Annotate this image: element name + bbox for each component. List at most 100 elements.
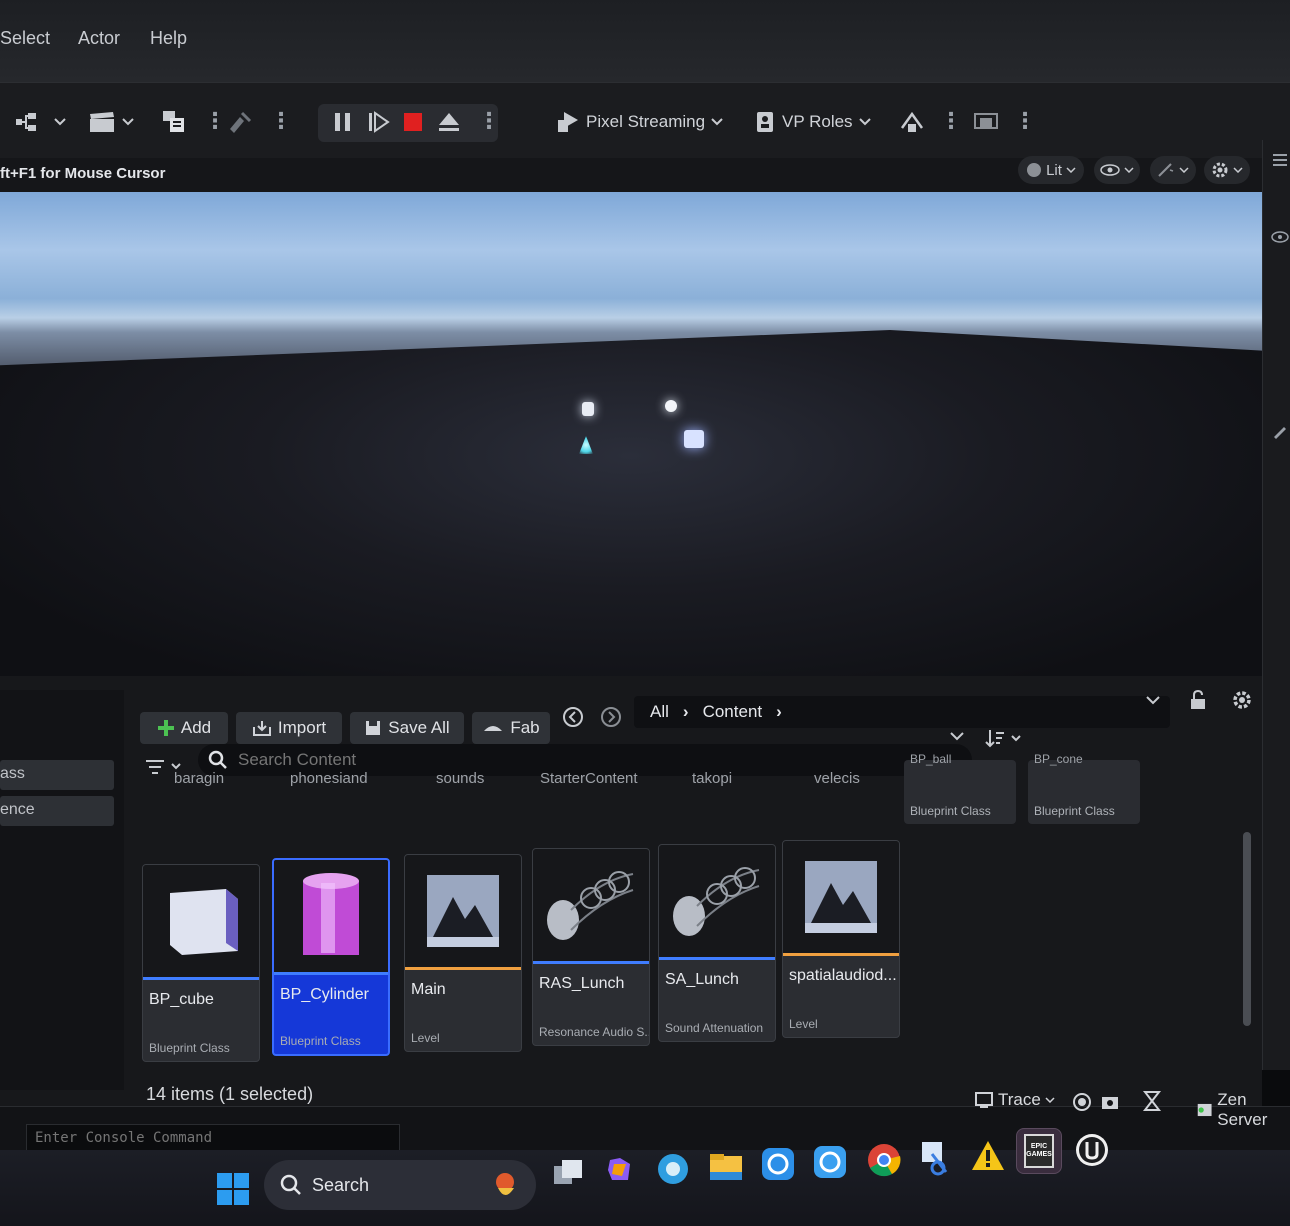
- chevron-down-icon: [1179, 167, 1189, 173]
- asset-type: Level: [789, 1017, 818, 1031]
- menu-help[interactable]: Help: [150, 28, 187, 49]
- chevron-down-icon: [54, 118, 66, 126]
- platforms-button[interactable]: [898, 104, 926, 140]
- sidebar-item-class[interactable]: ass: [0, 760, 114, 790]
- trace-icon: [975, 1092, 993, 1108]
- record-icon[interactable]: [1072, 1092, 1092, 1112]
- gear-icon[interactable]: [1232, 690, 1252, 710]
- lock-icon[interactable]: [1188, 690, 1208, 710]
- fab-button[interactable]: Fab: [472, 712, 550, 744]
- taskbar-search[interactable]: Search: [264, 1160, 536, 1210]
- chevron-down-icon[interactable]: [1146, 696, 1160, 706]
- chevron-down-icon[interactable]: [950, 732, 964, 742]
- show-flags-button[interactable]: [1094, 156, 1140, 184]
- back-arrow-icon[interactable]: [562, 706, 584, 728]
- asset-tile[interactable]: Main Level: [404, 854, 522, 1052]
- select-mode-icon: [16, 113, 36, 131]
- cinematics-button[interactable]: [88, 104, 134, 140]
- stop-button[interactable]: [402, 104, 424, 140]
- step-forward-icon: [369, 111, 390, 133]
- zen-server-button[interactable]: Zen Server: [1196, 1090, 1290, 1130]
- epic-games-launcher-button[interactable]: EPIC GAMES: [1016, 1128, 1062, 1174]
- viewport-settings-button[interactable]: [1204, 156, 1250, 184]
- eject-button[interactable]: [436, 104, 462, 140]
- asset-name: spatialaudiod...: [789, 967, 897, 984]
- toolbar-more-icon[interactable]: ⋮: [204, 108, 226, 134]
- breadcrumb[interactable]: All › Content ›: [634, 696, 1170, 728]
- select-mode-button[interactable]: [14, 104, 66, 140]
- sort-icon[interactable]: [984, 728, 1024, 750]
- modes-button[interactable]: [226, 104, 254, 140]
- folder-label[interactable]: StarterContent: [540, 770, 638, 787]
- asset-tile[interactable]: SA_Lunch Sound Attenuation: [658, 844, 776, 1042]
- list-icon[interactable]: [1271, 152, 1289, 168]
- chevron-down-icon: [1124, 167, 1134, 173]
- asset-tile[interactable]: BP_Cylinder Blueprint Class: [272, 858, 390, 1056]
- save-all-button[interactable]: Save All: [350, 712, 464, 744]
- folder-label[interactable]: phonesiand: [290, 770, 368, 787]
- asset-tile[interactable]: spatialaudiod... Level: [782, 840, 900, 1038]
- asset-tile[interactable]: BP_cube Blueprint Class: [142, 864, 260, 1062]
- eject-icon: [439, 113, 459, 131]
- toolbar-more-icon-2[interactable]: ⋮: [270, 108, 292, 134]
- trace-label: Trace: [998, 1090, 1041, 1109]
- pixel-streaming-button[interactable]: Pixel Streaming: [556, 104, 723, 140]
- performance-button[interactable]: [1150, 156, 1196, 184]
- edge-browser-icon[interactable]: [656, 1152, 690, 1186]
- eye-icon[interactable]: [1271, 230, 1289, 244]
- vp-roles-button[interactable]: VP Roles: [754, 104, 871, 140]
- pencil-icon[interactable]: [1271, 422, 1289, 440]
- pixel-streaming-label: Pixel Streaming: [586, 112, 706, 131]
- settings-display-button[interactable]: [972, 104, 1000, 140]
- console-field[interactable]: [26, 1124, 400, 1152]
- add-button[interactable]: Add: [140, 712, 228, 744]
- unreal-engine-icon[interactable]: [1074, 1132, 1110, 1168]
- display-more-icon[interactable]: ⋮: [1014, 108, 1036, 134]
- console-input[interactable]: [27, 1125, 399, 1151]
- play-more-icon[interactable]: ⋮: [478, 108, 500, 134]
- pause-button[interactable]: [332, 104, 354, 140]
- menu-select[interactable]: Select: [0, 28, 50, 49]
- cube-actor[interactable]: [684, 430, 704, 448]
- camera-icon[interactable]: [1100, 1092, 1120, 1112]
- forward-arrow-icon[interactable]: [600, 706, 622, 728]
- asset-tile[interactable]: RAS_Lunch Resonance Audio S...: [532, 848, 650, 1046]
- cylinder-actor[interactable]: [582, 402, 594, 416]
- folder-label[interactable]: baragin: [174, 770, 224, 787]
- content-scrollbar[interactable]: [1243, 832, 1251, 1026]
- lit-mode-button[interactable]: Lit: [1018, 156, 1084, 184]
- folder-label[interactable]: sounds: [436, 770, 484, 787]
- platforms-more-icon[interactable]: ⋮: [940, 108, 962, 134]
- app-sync-icon[interactable]: [760, 1146, 796, 1182]
- hourglass-icon[interactable]: [1142, 1090, 1162, 1112]
- blueprints-button[interactable]: [160, 104, 190, 140]
- folder-label[interactable]: takopi: [692, 770, 732, 787]
- folder-label[interactable]: velecis: [814, 770, 860, 787]
- chrome-icon[interactable]: [866, 1142, 902, 1178]
- app-sync-icon-2[interactable]: [812, 1144, 848, 1180]
- import-button[interactable]: Import: [236, 712, 342, 744]
- sidebar-item-reference[interactable]: ence: [0, 796, 114, 826]
- asset-tile[interactable]: BP_cone Blueprint Class: [1028, 752, 1140, 824]
- plus-icon: [157, 720, 174, 736]
- server-icon: [1197, 1103, 1212, 1117]
- breadcrumb-all[interactable]: All: [650, 702, 669, 722]
- breadcrumb-content[interactable]: Content: [703, 702, 763, 722]
- level-mountain-icon: [805, 861, 877, 933]
- snipping-tool-icon[interactable]: [918, 1140, 954, 1178]
- step-button[interactable]: [366, 104, 392, 140]
- search-input[interactable]: [238, 750, 918, 770]
- asset-name: BP_cone: [1034, 752, 1083, 766]
- sphere-actor[interactable]: [665, 400, 677, 412]
- warning-icon[interactable]: [970, 1138, 1006, 1174]
- trace-button[interactable]: Trace: [974, 1090, 1055, 1110]
- asset-tile[interactable]: BP_ball Blueprint Class: [904, 752, 1016, 824]
- menu-actor[interactable]: Actor: [78, 28, 120, 49]
- details-panel-strip: [1262, 140, 1290, 1070]
- file-explorer-icon[interactable]: [708, 1150, 744, 1184]
- task-view-icon[interactable]: [552, 1158, 584, 1188]
- copilot-icon[interactable]: [604, 1154, 636, 1186]
- windows-start-icon[interactable]: [216, 1172, 250, 1206]
- level-viewport[interactable]: [0, 192, 1262, 676]
- chevron-down-icon: [1045, 1097, 1055, 1103]
